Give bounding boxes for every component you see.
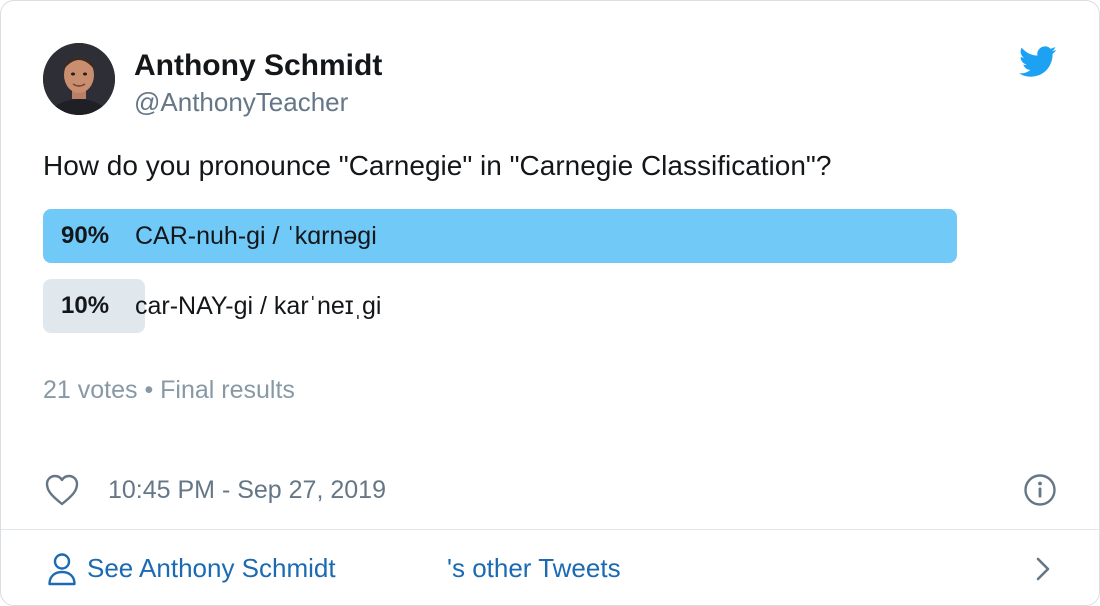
chevron-right-icon [1036, 557, 1050, 581]
poll-option-1: 90% CAR-nuh-gi / ˈkɑrnəgi [43, 209, 1057, 263]
footer-link-text[interactable]: See Anthony Schmidt [87, 551, 336, 585]
avatar[interactable] [43, 43, 115, 115]
twitter-bird-icon[interactable] [1019, 45, 1057, 79]
poll-percent: 90% [61, 222, 110, 249]
avatar-photo [43, 43, 115, 115]
poll-option-label: CAR-nuh-gi / ˈkɑrnəgi [135, 222, 377, 250]
tweet-question: How do you pronounce "Carnegie" in "Carn… [43, 150, 832, 181]
info-icon[interactable] [1023, 473, 1057, 507]
tweet-timestamp[interactable]: 10:45 PM - Sep 27, 2019 [108, 473, 386, 507]
poll-option-2: 10% car-NAY-gi / karˈneɪˌgi [43, 279, 1057, 333]
author-handle[interactable]: @AnthonyTeacher [134, 85, 348, 119]
tweet-card: Anthony Schmidt @AnthonyTeacher How do y… [0, 0, 1100, 606]
see-other-tweets-link[interactable]: See Anthony Schmidt 's other Tweets [1, 530, 1099, 605]
footer-link-text-suffix[interactable]: 's other Tweets [447, 551, 621, 585]
author-display-name[interactable]: Anthony Schmidt [134, 47, 382, 85]
heart-icon[interactable] [44, 473, 80, 507]
poll-option-label: car-NAY-gi / karˈneɪˌgi [135, 292, 382, 320]
user-icon [48, 553, 76, 586]
poll-percent: 10% [61, 292, 110, 319]
poll-results-summary: 21 votes • Final results [43, 376, 295, 404]
